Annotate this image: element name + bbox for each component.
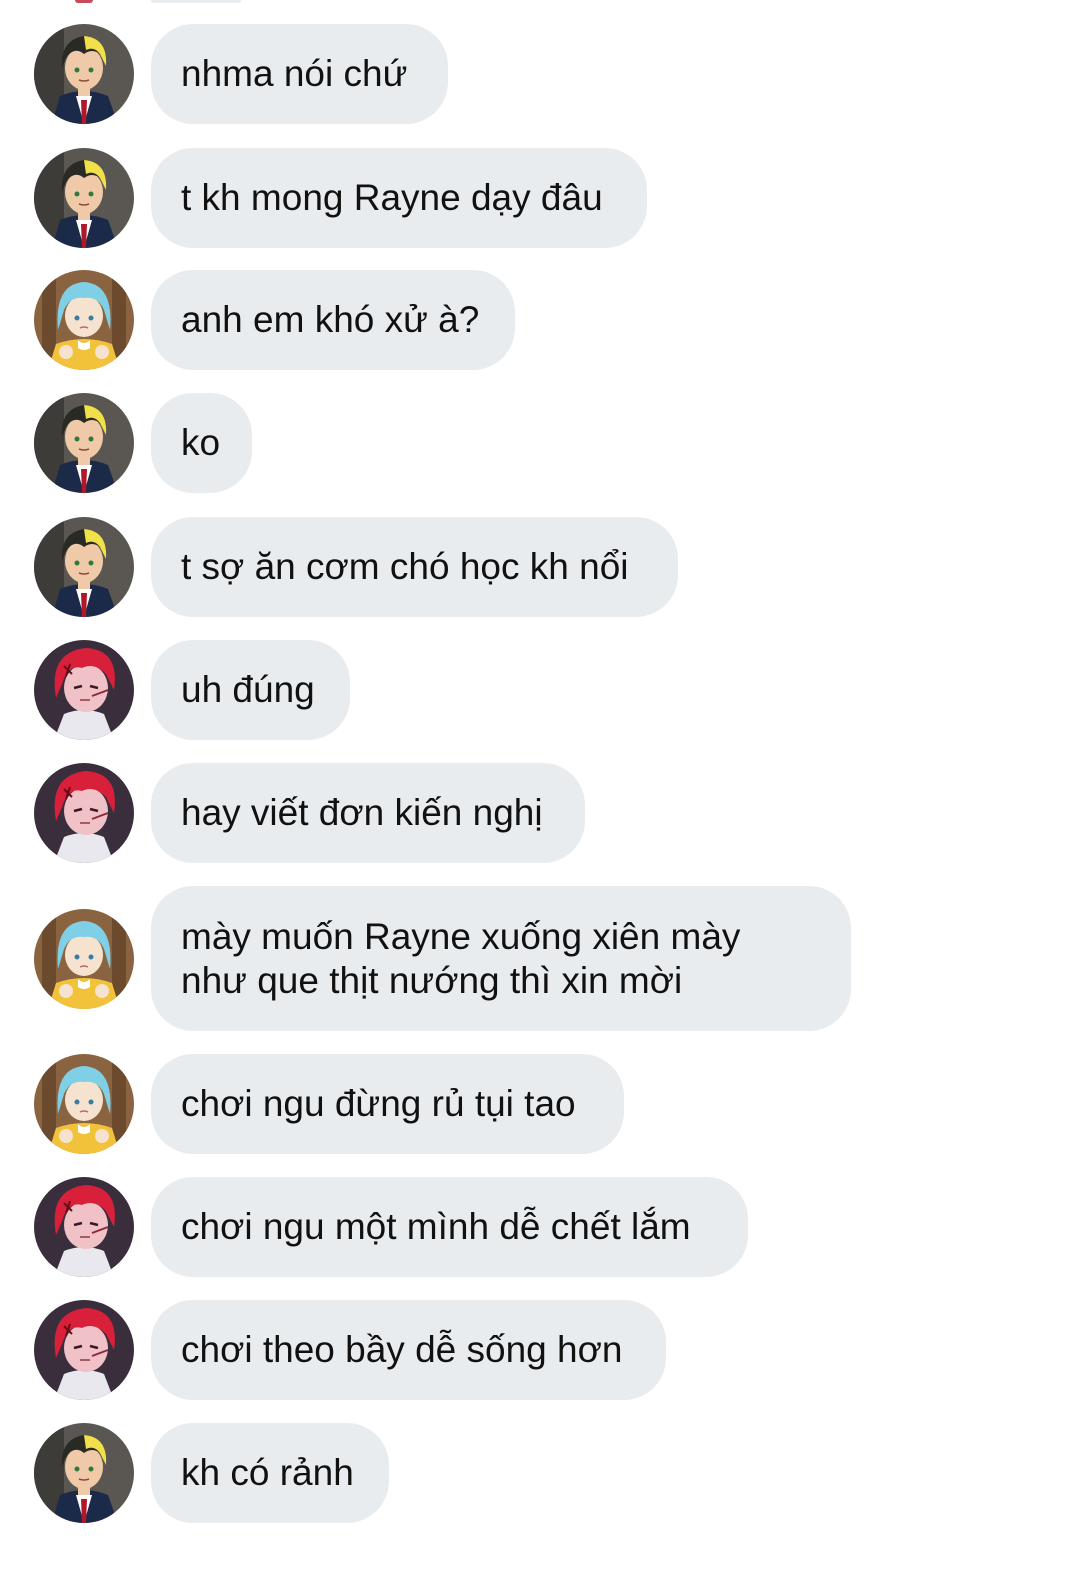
- yellow-black-hair-boy-avatar-icon[interactable]: [34, 1423, 134, 1523]
- previous-avatar-edge: [75, 0, 93, 3]
- message-bubble[interactable]: uh đúng: [151, 640, 350, 740]
- message-bubble[interactable]: mày muốn Rayne xuống xiên mày như que th…: [151, 886, 851, 1031]
- previous-bubble-edge: [151, 0, 241, 3]
- chat-thread[interactable]: nhma nói chứ t kh mong Rayne dạy đâu anh…: [0, 0, 1080, 1576]
- message-bubble[interactable]: anh em khó xử à?: [151, 270, 515, 370]
- yellow-black-hair-boy-avatar-icon[interactable]: [34, 517, 134, 617]
- red-hair-boy-avatar-icon[interactable]: [34, 763, 134, 863]
- message-bubble[interactable]: chơi theo bầy dễ sống hơn: [151, 1300, 666, 1400]
- message-bubble[interactable]: ko: [151, 393, 252, 493]
- message-bubble[interactable]: chơi ngu đừng rủ tụi tao: [151, 1054, 624, 1154]
- message-bubble[interactable]: hay viết đơn kiến nghị: [151, 763, 585, 863]
- yellow-black-hair-boy-avatar-icon[interactable]: [34, 24, 134, 124]
- blue-hair-girl-avatar-icon[interactable]: [34, 1054, 134, 1154]
- message-bubble[interactable]: t kh mong Rayne dạy đâu: [151, 148, 647, 248]
- red-hair-boy-avatar-icon[interactable]: [34, 1300, 134, 1400]
- message-bubble[interactable]: kh có rảnh: [151, 1423, 389, 1523]
- yellow-black-hair-boy-avatar-icon[interactable]: [34, 148, 134, 248]
- red-hair-boy-avatar-icon[interactable]: [34, 1177, 134, 1277]
- blue-hair-girl-avatar-icon[interactable]: [34, 270, 134, 370]
- message-bubble[interactable]: t sợ ăn cơm chó học kh nổi: [151, 517, 678, 617]
- message-bubble[interactable]: nhma nói chứ: [151, 24, 448, 124]
- red-hair-boy-avatar-icon[interactable]: [34, 640, 134, 740]
- blue-hair-girl-avatar-icon[interactable]: [34, 908, 134, 1009]
- yellow-black-hair-boy-avatar-icon[interactable]: [34, 393, 134, 493]
- message-bubble[interactable]: chơi ngu một mình dễ chết lắm: [151, 1177, 748, 1277]
